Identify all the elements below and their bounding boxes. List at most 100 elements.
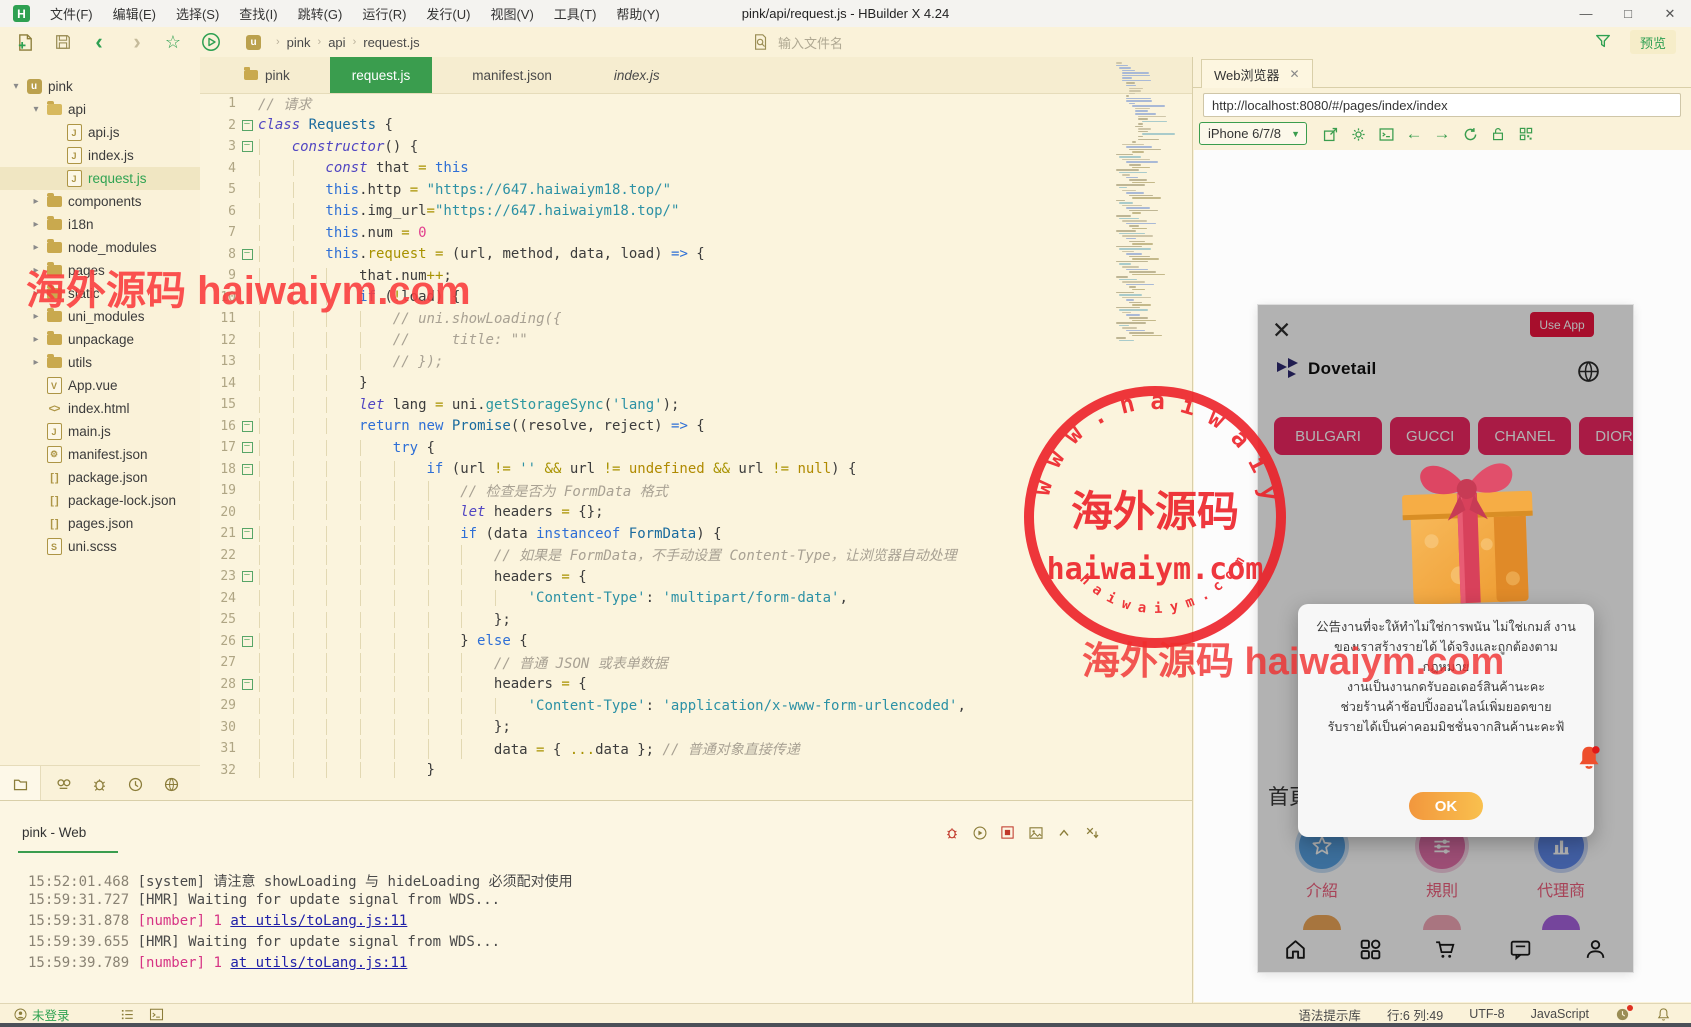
tree-item-utils[interactable]: ▸ utils bbox=[0, 351, 200, 374]
fold-marker[interactable]: – bbox=[236, 442, 258, 454]
status-language[interactable]: JavaScript bbox=[1531, 1007, 1589, 1021]
qrcode-icon[interactable] bbox=[1515, 123, 1537, 145]
breadcrumb-folder[interactable]: api bbox=[328, 35, 345, 50]
editor-tab-request.js[interactable]: request.js bbox=[329, 57, 433, 93]
tree-item-static[interactable]: ▸ static bbox=[0, 282, 200, 305]
back-icon[interactable]: ‹ bbox=[86, 29, 112, 54]
close-tab-icon[interactable]: ✕ bbox=[1290, 67, 1300, 81]
fold-marker[interactable]: – bbox=[236, 635, 258, 647]
tree-item-main.js[interactable]: Jmain.js bbox=[0, 420, 200, 443]
chevron-right-icon[interactable]: ▸ bbox=[30, 196, 42, 207]
log-source-link[interactable]: at utils/toLang.js:11 bbox=[230, 955, 407, 971]
tree-item-pages[interactable]: ▸ pages bbox=[0, 259, 200, 282]
tree-item-api[interactable]: ▾ api bbox=[0, 98, 200, 121]
editor-tab-pink[interactable]: pink bbox=[222, 57, 312, 93]
editor-tab-index.js[interactable]: index.js bbox=[592, 57, 682, 93]
fold-marker[interactable]: – bbox=[236, 141, 258, 153]
code-area[interactable]: 1// 请求 2– class Requests {3– constructor() … bbox=[200, 93, 1105, 800]
fold-marker[interactable]: – bbox=[236, 463, 258, 475]
browser-back-icon[interactable]: ← bbox=[1403, 123, 1425, 145]
tree-item-node_modules[interactable]: ▸ node_modules bbox=[0, 236, 200, 259]
chevron-down-icon[interactable]: ▾ bbox=[30, 104, 42, 115]
status-syntax-lib[interactable]: 语法提示库 bbox=[1298, 1005, 1361, 1024]
save-icon[interactable] bbox=[50, 30, 76, 54]
login-status[interactable]: 未登录 bbox=[14, 1005, 70, 1024]
tree-item-unpackage[interactable]: ▸ unpackage bbox=[0, 328, 200, 351]
chevron-right-icon[interactable]: ▸ bbox=[30, 265, 42, 276]
terminal-icon[interactable] bbox=[149, 1007, 164, 1022]
chevron-right-icon[interactable]: ▸ bbox=[30, 311, 42, 322]
new-file-icon[interactable] bbox=[12, 30, 38, 54]
console-icon[interactable] bbox=[1375, 123, 1397, 145]
console-tab[interactable]: pink - Web bbox=[22, 825, 86, 840]
close-button[interactable]: ✕ bbox=[1649, 0, 1691, 27]
menu-item-3[interactable]: 查找(I) bbox=[229, 0, 287, 27]
device-select[interactable]: iPhone 6/7/8 ▼ bbox=[1199, 122, 1307, 145]
maximize-button[interactable]: □ bbox=[1607, 0, 1649, 27]
outline-icon[interactable] bbox=[120, 1007, 135, 1022]
file-search-input[interactable]: 输入文件名 bbox=[752, 27, 843, 57]
breadcrumb-file[interactable]: request.js bbox=[363, 35, 419, 50]
history-view-icon[interactable] bbox=[124, 773, 146, 795]
stop-icon[interactable] bbox=[998, 823, 1017, 842]
preview-button[interactable]: 预览 bbox=[1630, 30, 1676, 54]
chevron-right-icon[interactable]: ▸ bbox=[30, 357, 42, 368]
browser-tab[interactable]: Web浏览器 ✕ bbox=[1201, 59, 1313, 88]
tree-item-i18n[interactable]: ▸ i18n bbox=[0, 213, 200, 236]
status-encoding[interactable]: UTF-8 bbox=[1469, 1007, 1504, 1021]
minimize-button[interactable]: — bbox=[1565, 0, 1607, 27]
browser-forward-icon[interactable]: → bbox=[1431, 123, 1453, 145]
editor-tab-manifest.json[interactable]: manifest.json bbox=[450, 57, 574, 93]
settings-gear-icon[interactable] bbox=[1347, 123, 1369, 145]
status-cursor-position[interactable]: 行:6 列:49 bbox=[1387, 1005, 1443, 1024]
lock-icon[interactable] bbox=[1487, 123, 1509, 145]
tree-item-package.json[interactable]: [ ] package.json bbox=[0, 466, 200, 489]
debug-bug-icon[interactable] bbox=[942, 823, 961, 842]
menu-item-0[interactable]: 文件(F) bbox=[40, 0, 103, 27]
menu-item-7[interactable]: 视图(V) bbox=[480, 0, 543, 27]
extensions-view-icon[interactable] bbox=[160, 773, 182, 795]
menu-item-9[interactable]: 帮助(Y) bbox=[606, 0, 669, 27]
tree-item-pink[interactable]: ▾ u pink bbox=[0, 75, 200, 98]
open-external-icon[interactable] bbox=[1319, 123, 1341, 145]
menu-item-1[interactable]: 编辑(E) bbox=[103, 0, 166, 27]
fold-marker[interactable]: – bbox=[236, 119, 258, 131]
fold-marker[interactable]: – bbox=[236, 528, 258, 540]
forward-icon[interactable]: › bbox=[124, 29, 150, 54]
menu-item-2[interactable]: 选择(S) bbox=[166, 0, 229, 27]
tree-item-package-lock.json[interactable]: [ ] package-lock.json bbox=[0, 489, 200, 512]
chevron-right-icon[interactable]: ▸ bbox=[30, 288, 42, 299]
bell-icon[interactable] bbox=[1656, 1007, 1671, 1022]
breadcrumb-project[interactable]: pink bbox=[287, 35, 311, 50]
filter-icon[interactable] bbox=[1594, 32, 1612, 50]
log-source-link[interactable]: at utils/toLang.js:11 bbox=[230, 913, 407, 929]
fold-marker[interactable]: – bbox=[236, 420, 258, 432]
url-input[interactable]: http://localhost:8080/#/pages/index/inde… bbox=[1203, 93, 1681, 117]
phone-viewport[interactable]: ✕ Use App Dovetail BULGARI GUCCI CHANEL DIO bbox=[1258, 305, 1633, 972]
chevron-right-icon[interactable]: ▸ bbox=[30, 334, 42, 345]
minimap[interactable] bbox=[1112, 62, 1190, 762]
restart-icon[interactable] bbox=[970, 823, 989, 842]
menu-item-5[interactable]: 运行(R) bbox=[352, 0, 416, 27]
refresh-icon[interactable] bbox=[1459, 123, 1481, 145]
update-icon[interactable] bbox=[1615, 1004, 1633, 1022]
fold-marker[interactable]: – bbox=[236, 678, 258, 690]
tree-item-pages.json[interactable]: [ ] pages.json bbox=[0, 512, 200, 535]
collapse-panel-icon[interactable] bbox=[1054, 823, 1073, 842]
fold-marker[interactable]: – bbox=[236, 248, 258, 260]
tree-item-App.vue[interactable]: V App.vue bbox=[0, 374, 200, 397]
clear-console-icon[interactable] bbox=[1082, 823, 1101, 842]
tree-item-uni_modules[interactable]: ▸ uni_modules bbox=[0, 305, 200, 328]
tree-item-index.js[interactable]: Jindex.js bbox=[0, 144, 200, 167]
fold-marker[interactable]: – bbox=[236, 571, 258, 583]
search-view-icon[interactable] bbox=[52, 773, 74, 795]
menu-item-6[interactable]: 发行(U) bbox=[416, 0, 480, 27]
notification-bell-icon[interactable] bbox=[1574, 743, 1604, 773]
debug-view-icon[interactable] bbox=[88, 773, 110, 795]
files-view-icon[interactable] bbox=[9, 773, 31, 795]
run-icon[interactable] bbox=[198, 30, 224, 54]
menu-item-8[interactable]: 工具(T) bbox=[544, 0, 607, 27]
ok-button[interactable]: OK bbox=[1409, 792, 1483, 820]
chevron-right-icon[interactable]: ▸ bbox=[30, 219, 42, 230]
chevron-down-icon[interactable]: ▾ bbox=[10, 81, 22, 92]
